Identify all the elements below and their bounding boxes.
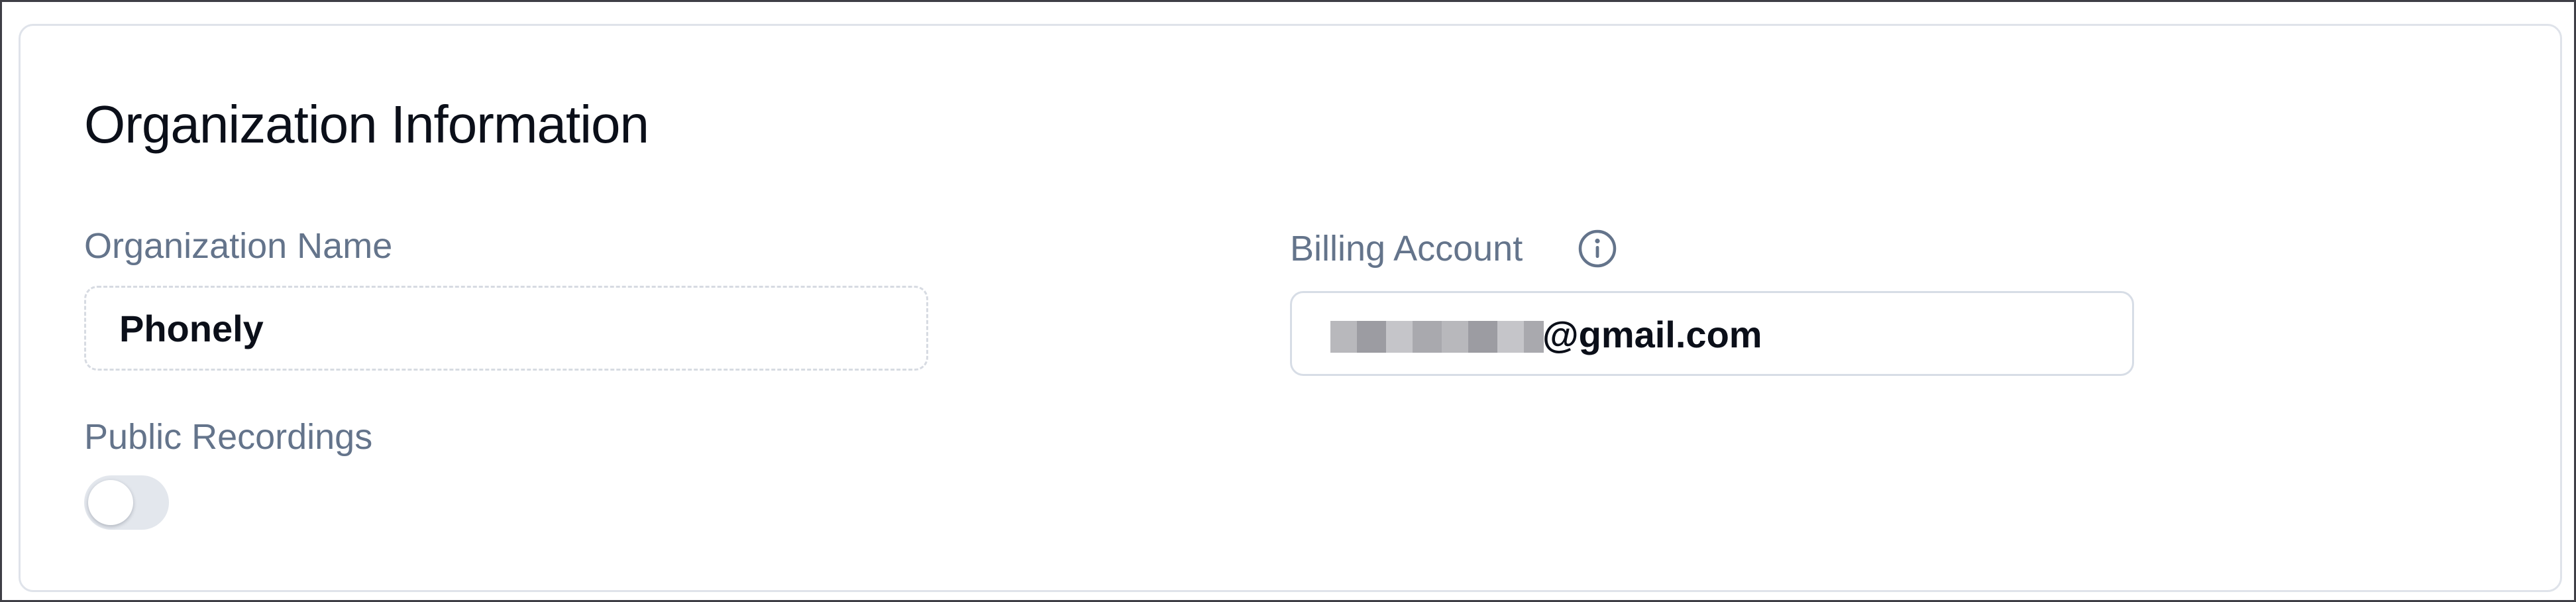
billing-account-field[interactable]: @gmail.com — [1290, 291, 2134, 376]
public-recordings-toggle[interactable] — [84, 475, 169, 530]
billing-account-email-suffix: @gmail.com — [1542, 314, 1762, 355]
organization-name-label: Organization Name — [84, 226, 393, 266]
public-recordings-label: Public Recordings — [84, 417, 373, 457]
redacted-email-prefix — [1330, 321, 1544, 353]
info-circle-icon[interactable] — [1578, 229, 1617, 269]
window-frame: Organization Information Organization Na… — [0, 0, 2576, 602]
section-title: Organization Information — [84, 95, 649, 154]
organization-name-input[interactable] — [84, 286, 928, 371]
billing-account-label: Billing Account — [1290, 229, 1523, 269]
toggle-knob — [88, 480, 133, 525]
